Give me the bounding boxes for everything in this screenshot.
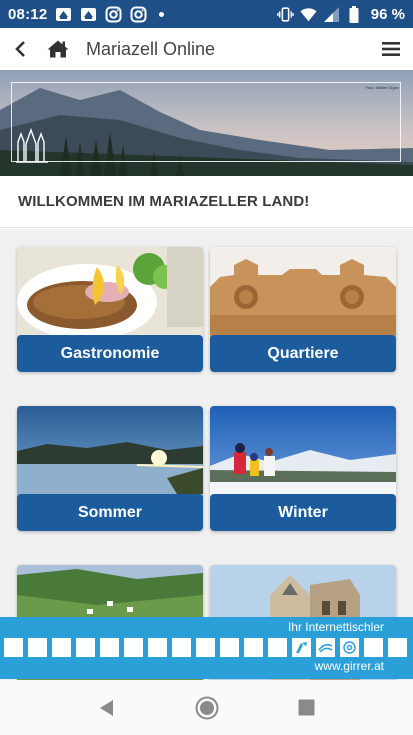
status-time: 08:12	[8, 5, 48, 23]
vibrate-icon	[276, 6, 294, 23]
tile-quartiere[interactable]: Quartiere	[210, 247, 396, 372]
tile-sommer[interactable]: Sommer	[17, 406, 203, 531]
instagram-icon	[130, 6, 147, 23]
category-grid: Gastronomie Quartiere Sommer Winter	[0, 229, 413, 680]
square-recents-icon	[298, 699, 315, 716]
nav-home-button[interactable]	[157, 680, 257, 735]
notification-icon	[80, 6, 97, 23]
circle-home-icon	[195, 696, 218, 719]
banner-tagline: Ihr Internettischler	[287, 620, 384, 634]
app-title: Mariazell Online	[86, 38, 216, 59]
tile-label: Gastronomie	[17, 335, 203, 372]
nav-back-button[interactable]	[57, 680, 157, 735]
carpenter-icon	[292, 638, 311, 657]
menu-icon	[382, 42, 400, 56]
instagram-icon	[105, 6, 122, 23]
battery-icon	[346, 5, 363, 23]
tile-label: Quartiere	[210, 335, 396, 372]
status-bar: 08:12 96 %	[0, 0, 413, 28]
banner-url: www.girrer.at	[314, 659, 384, 673]
back-button[interactable]	[0, 28, 40, 70]
banner-squares	[4, 638, 412, 657]
wifi-icon	[300, 6, 317, 23]
advertising-banner[interactable]: Ihr Internettischler www.girrer.at	[0, 617, 413, 679]
welcome-heading: WILLKOMMEN IM MARIAZELLER LAND!	[18, 193, 310, 210]
menu-button[interactable]	[369, 28, 413, 70]
tile-winter[interactable]: Winter	[210, 406, 396, 531]
home-button[interactable]	[40, 28, 76, 70]
photo-credit: Foto: Walter Gigler	[365, 85, 399, 90]
welcome-section: WILLKOMMEN IM MARIAZELLER LAND!	[0, 176, 413, 228]
triangle-back-icon	[99, 699, 113, 716]
hero-frame	[11, 82, 401, 162]
tile-label: Winter	[210, 494, 396, 531]
back-icon	[15, 41, 25, 57]
dot-icon	[159, 11, 165, 17]
hero-banner: Foto: Walter Gigler	[0, 70, 413, 176]
signal-icon	[323, 6, 340, 23]
tile-label: Sommer	[17, 494, 203, 531]
plane-icon	[316, 638, 335, 657]
nav-recents-button[interactable]	[257, 680, 357, 735]
tile-gastronomie[interactable]: Gastronomie	[17, 247, 203, 372]
home-icon	[47, 40, 69, 58]
notification-icon	[55, 6, 72, 23]
at-sign-icon	[340, 638, 359, 657]
battery-percent: 96 %	[370, 5, 405, 23]
system-navigation-bar	[0, 680, 413, 735]
app-bar: Mariazell Online	[0, 28, 413, 70]
